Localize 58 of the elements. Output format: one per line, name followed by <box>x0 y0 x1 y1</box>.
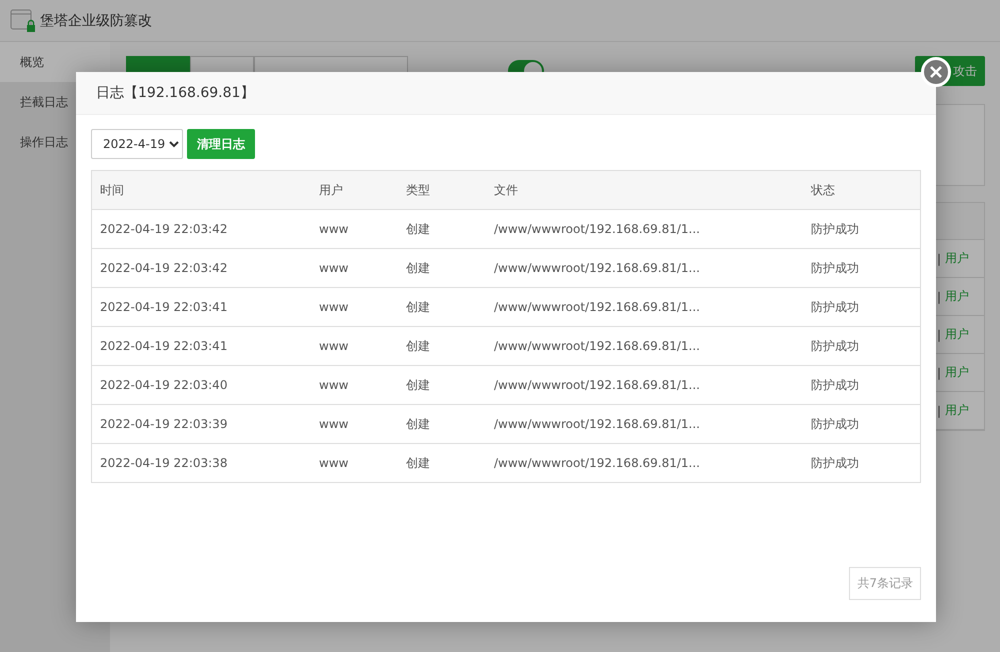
table-cell-text: www <box>318 456 350 470</box>
table-cell-text: 2022-04-19 22:03:40 <box>99 378 228 392</box>
table-cell-text: www <box>318 222 350 236</box>
separator: | <box>936 290 941 304</box>
table-cell-text: 2022-04-19 22:03:42 <box>99 222 228 236</box>
chevron-down-icon <box>169 140 180 148</box>
user-link[interactable]: 用户 <box>945 288 969 305</box>
table-cell-text: 创建 <box>405 220 431 238</box>
table-cell-text: www <box>318 261 350 275</box>
table-cell-text: www <box>318 378 350 392</box>
date-select[interactable]: 2022-4-19 <box>91 129 183 159</box>
table-cell-text: 创建 <box>405 298 431 316</box>
table-cell-text: 防护成功 <box>810 376 860 394</box>
sidebar-item[interactable]: 概览 <box>0 42 110 82</box>
table-cell-text: 创建 <box>405 376 431 394</box>
separator: | <box>936 366 941 380</box>
separator: | <box>936 404 941 418</box>
table-cell-text: 2022-04-19 22:03:38 <box>99 456 228 470</box>
table-cell-text: 创建 <box>405 416 431 432</box>
table-cell-text: 创建 <box>405 260 431 276</box>
column-header: 用户 <box>318 182 344 198</box>
table-cell-text: 创建 <box>405 454 431 472</box>
table-cell-text: www <box>318 300 350 314</box>
table-cell-text: /www/wwwroot/192.168.69.81/1... <box>493 417 701 431</box>
app-title: 堡塔企业级防篡改 <box>40 12 152 30</box>
column-header: 文件 <box>493 182 519 198</box>
record-count: 共7条记录 <box>849 567 921 600</box>
column-header: 类型 <box>405 182 431 198</box>
user-link[interactable]: 用户 <box>945 250 969 267</box>
separator: | <box>936 328 941 342</box>
table-cell-text: /www/wwwroot/192.168.69.81/1... <box>493 261 701 275</box>
table-cell-text: 防护成功 <box>810 220 860 238</box>
table-cell-text: 2022-04-19 22:03:39 <box>99 417 228 431</box>
table-cell-text: www <box>318 417 350 431</box>
table-cell-text: /www/wwwroot/192.168.69.81/1... <box>493 378 701 392</box>
column-header: 时间 <box>99 182 125 198</box>
table-cell-text: 创建 <box>405 338 431 354</box>
clear-log-button[interactable]: 清理日志 <box>187 129 255 159</box>
table-cell-text: www <box>318 339 350 353</box>
dialog-title: 日志【192.168.69.81】 <box>96 84 254 102</box>
table-cell-text: 2022-04-19 22:03:42 <box>99 261 228 275</box>
table-cell-text: 2022-04-19 22:03:41 <box>99 339 228 353</box>
separator: | <box>936 252 941 266</box>
table-cell-text: /www/wwwroot/192.168.69.81/1... <box>493 456 701 470</box>
column-header: 状态 <box>810 182 836 198</box>
table-cell-text: 2022-04-19 22:03:41 <box>99 300 228 314</box>
table-cell-text: 防护成功 <box>810 338 860 354</box>
window-lock-icon <box>10 8 36 32</box>
user-link[interactable]: 用户 <box>945 364 969 381</box>
table-cell-text: 防护成功 <box>810 298 860 316</box>
table-cell-text: /www/wwwroot/192.168.69.81/1... <box>493 222 701 236</box>
user-link[interactable]: 用户 <box>945 326 969 343</box>
table-cell-text: 防护成功 <box>810 454 860 472</box>
table-cell-text: /www/wwwroot/192.168.69.81/1... <box>493 300 701 314</box>
user-link[interactable]: 用户 <box>945 402 969 419</box>
table-cell-text: /www/wwwroot/192.168.69.81/1... <box>493 339 701 353</box>
table-cell-text: 防护成功 <box>810 416 860 432</box>
table-cell-text: 防护成功 <box>810 260 860 276</box>
